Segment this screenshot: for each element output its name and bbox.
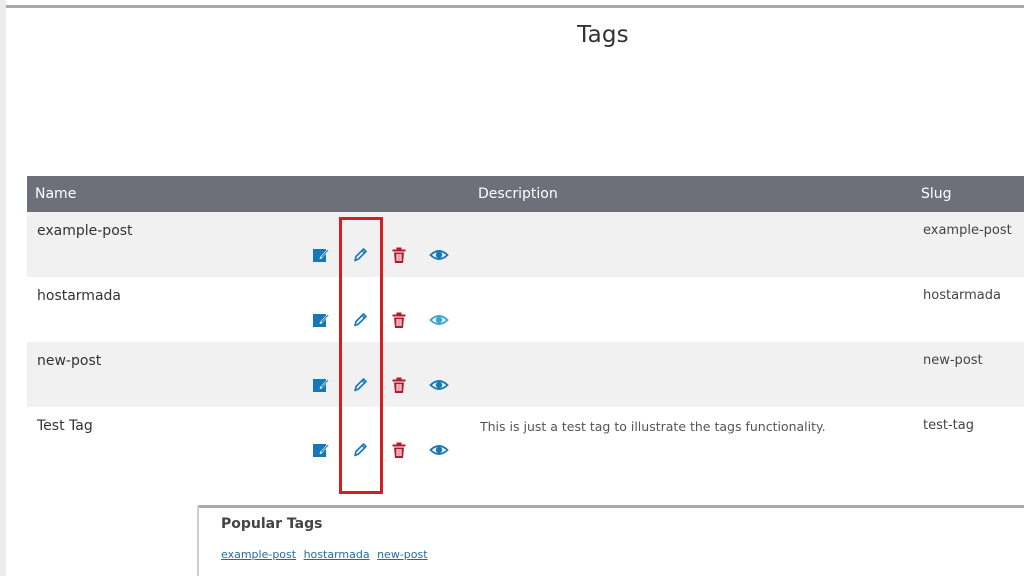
table-row: example-post example-post: [27, 212, 1024, 277]
delete-button[interactable]: [389, 310, 409, 330]
quick-edit-icon: [313, 248, 330, 262]
table-row: new-post new-post: [27, 342, 1024, 407]
table-row: Test Tag This is just a test tag to illu…: [27, 407, 1024, 472]
view-button[interactable]: [429, 375, 449, 395]
delete-button[interactable]: [389, 440, 409, 460]
eye-icon: [429, 380, 449, 390]
column-header-name: Name: [35, 186, 77, 202]
tags-table: Name Description Slug example-post examp…: [27, 176, 1024, 472]
trash-icon: [392, 377, 406, 393]
tag-description: This is just a test tag to illustrate th…: [480, 419, 826, 434]
quick-edit-button[interactable]: [311, 310, 331, 330]
tag-slug: new-post: [923, 353, 983, 368]
page-left-edge: [0, 0, 6, 576]
trash-icon: [392, 247, 406, 263]
quick-edit-button[interactable]: [311, 245, 331, 265]
table-header: Name Description Slug: [27, 176, 1024, 212]
quick-edit-icon: [313, 313, 330, 327]
delete-button[interactable]: [389, 245, 409, 265]
trash-icon: [392, 312, 406, 328]
tag-name: example-post: [37, 223, 133, 239]
popular-tag-link[interactable]: hostarmada: [304, 548, 370, 561]
tag-slug: hostarmada: [923, 288, 1001, 303]
view-button[interactable]: [429, 440, 449, 460]
column-header-slug: Slug: [921, 186, 952, 202]
eye-icon: [429, 315, 449, 325]
edit-column-highlight: [339, 217, 383, 494]
tag-slug: test-tag: [923, 418, 974, 433]
popular-tags-panel: Popular Tags example-post hostarmada new…: [197, 505, 1024, 576]
column-header-description: Description: [478, 186, 558, 202]
view-button[interactable]: [429, 310, 449, 330]
popular-tag-link[interactable]: new-post: [377, 548, 427, 561]
table-row: hostarmada hostarmada: [27, 277, 1024, 342]
eye-icon: [429, 250, 449, 260]
top-divider: [6, 5, 1024, 8]
delete-button[interactable]: [389, 375, 409, 395]
view-button[interactable]: [429, 245, 449, 265]
eye-icon: [429, 445, 449, 455]
popular-divider: [199, 505, 1024, 508]
tag-name: new-post: [37, 353, 102, 369]
trash-icon: [392, 442, 406, 458]
quick-edit-icon: [313, 378, 330, 392]
tag-name: Test Tag: [37, 418, 93, 434]
quick-edit-icon: [313, 443, 330, 457]
tag-slug: example-post: [923, 223, 1012, 238]
page-title: Tags: [577, 22, 629, 48]
quick-edit-button[interactable]: [311, 440, 331, 460]
popular-tags-list: example-post hostarmada new-post: [221, 548, 432, 561]
popular-tag-link[interactable]: example-post: [221, 548, 296, 561]
quick-edit-button[interactable]: [311, 375, 331, 395]
popular-tags-title: Popular Tags: [221, 516, 323, 532]
tag-name: hostarmada: [37, 288, 121, 304]
